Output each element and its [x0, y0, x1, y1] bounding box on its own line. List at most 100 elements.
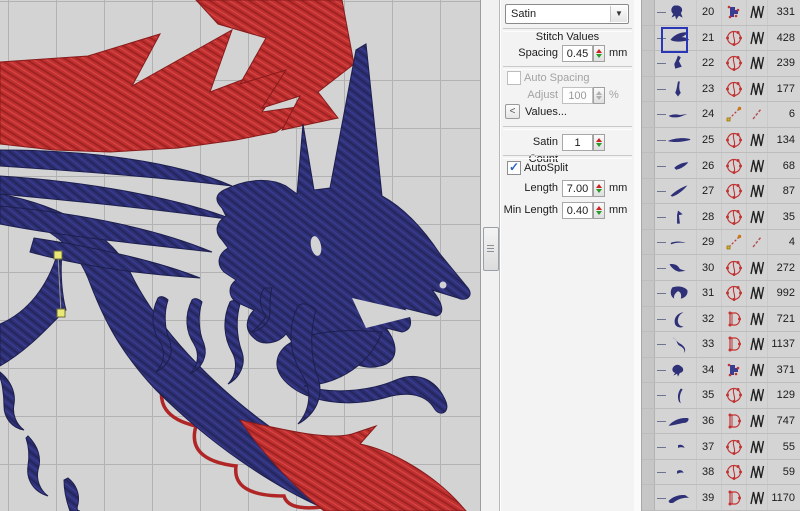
auto-split-checkbox[interactable]	[507, 161, 521, 175]
stitch-count: 1137	[768, 332, 800, 357]
object-row-20[interactable]: 20 331	[642, 0, 800, 26]
embroidery-canvas[interactable]	[0, 0, 480, 511]
chevron-down-icon[interactable]: ▼	[610, 6, 627, 22]
object-row-31[interactable]: 31992	[642, 281, 800, 307]
object-row-33[interactable]: 331137	[642, 332, 800, 358]
zigzag-icon	[747, 462, 767, 482]
selected-wing-object[interactable]	[0, 252, 66, 366]
object-thumbnail[interactable]	[655, 204, 697, 229]
object-thumbnail[interactable]	[655, 128, 697, 153]
object-row-24[interactable]: 246	[642, 102, 800, 128]
values-collapse-button[interactable]: <	[505, 104, 520, 119]
scrollbar-thumb[interactable]	[483, 227, 499, 271]
stitch-count: 68	[768, 153, 800, 178]
panel-list-gutter	[634, 0, 642, 511]
row-margin	[642, 77, 655, 102]
object-thumbnail[interactable]	[655, 0, 697, 25]
min-length-stepper[interactable]	[593, 202, 605, 219]
selection-node[interactable]	[54, 251, 62, 259]
object-row-26[interactable]: 2668	[642, 153, 800, 179]
object-row-27[interactable]: 2787	[642, 179, 800, 205]
object-thumbnail[interactable]	[655, 255, 697, 280]
object-thumbnail[interactable]	[655, 153, 697, 178]
object-number: 20	[697, 0, 722, 25]
object-number: 30	[697, 255, 722, 280]
object-row-29[interactable]: 294	[642, 230, 800, 256]
object-list[interactable]: 2033121428222392317724625134266827872835…	[642, 0, 800, 511]
object-number: 28	[697, 204, 722, 229]
object-row-28[interactable]: 2835	[642, 204, 800, 230]
section-title: Stitch Values	[501, 31, 634, 43]
slash-blob-thumbnail	[663, 179, 693, 203]
object-thumbnail[interactable]	[655, 26, 697, 51]
object-thumbnail[interactable]	[655, 230, 697, 255]
object-thumbnail[interactable]	[655, 409, 697, 434]
auto-spacing-checkbox[interactable]	[507, 71, 521, 85]
object-thumbnail[interactable]	[655, 460, 697, 485]
dragon-nostril	[440, 282, 447, 289]
pattern-fill-icon	[724, 360, 744, 380]
canvas-vertical-scrollbar[interactable]	[480, 0, 500, 511]
min-length-unit: mm	[609, 202, 627, 219]
zigzag-icon	[747, 28, 767, 48]
object-thumbnail[interactable]	[655, 307, 697, 332]
stitch-count: 331	[768, 0, 800, 25]
swoosh-blob-thumbnail	[663, 409, 693, 433]
object-thumbnail[interactable]	[655, 358, 697, 383]
object-thumbnail[interactable]	[655, 332, 697, 357]
length-input[interactable]	[562, 180, 593, 197]
selection-node[interactable]	[57, 309, 65, 317]
object-thumbnail[interactable]	[655, 383, 697, 408]
object-thumbnail[interactable]	[655, 485, 697, 510]
object-thumbnail[interactable]	[655, 77, 697, 102]
object-number: 25	[697, 128, 722, 153]
object-row-22[interactable]: 22239	[642, 51, 800, 77]
object-thumbnail[interactable]	[655, 281, 697, 306]
row-margin	[642, 434, 655, 459]
object-thumbnail[interactable]	[655, 179, 697, 204]
stitch-type-dropdown[interactable]: Satin ▼	[505, 4, 629, 24]
running-stitch-icon	[724, 232, 744, 252]
object-thumbnail[interactable]	[655, 51, 697, 76]
object-number: 36	[697, 409, 722, 434]
object-row-32[interactable]: 32721	[642, 307, 800, 333]
spacing-stepper[interactable]	[593, 45, 605, 62]
swoosh-blob2-thumbnail	[663, 486, 693, 510]
object-number: 38	[697, 460, 722, 485]
object-number: 23	[697, 77, 722, 102]
dragon-design	[0, 0, 480, 511]
min-length-input[interactable]	[562, 202, 593, 219]
object-row-38[interactable]: 3859	[642, 460, 800, 486]
satin-column-icon	[724, 28, 744, 48]
zigzag-icon	[747, 334, 767, 354]
row-margin	[642, 485, 655, 510]
satin-count-input[interactable]	[562, 134, 593, 151]
stitch-count: 177	[768, 77, 800, 102]
adjust-input[interactable]	[562, 87, 593, 104]
object-row-34[interactable]: 34371	[642, 358, 800, 384]
object-row-25[interactable]: 25134	[642, 128, 800, 154]
object-row-37[interactable]: 3755	[642, 434, 800, 460]
object-row-21[interactable]: 21428	[642, 26, 800, 52]
boot-blob-thumbnail	[663, 51, 693, 75]
stitch-count: 721	[768, 307, 800, 332]
object-thumbnail[interactable]	[655, 434, 697, 459]
zigzag-icon	[747, 283, 767, 303]
object-row-30[interactable]: 30272	[642, 255, 800, 281]
row-margin	[642, 409, 655, 434]
spacing-input[interactable]	[562, 45, 593, 62]
object-row-35[interactable]: 35129	[642, 383, 800, 409]
fill-region-icon	[724, 334, 744, 354]
satin-count-stepper[interactable]	[593, 134, 605, 151]
object-row-39[interactable]: 391170	[642, 485, 800, 511]
adjust-stepper[interactable]	[593, 87, 605, 104]
object-row-23[interactable]: 23 177	[642, 77, 800, 103]
length-unit: mm	[609, 180, 627, 197]
object-thumbnail[interactable]	[655, 102, 697, 127]
hookclaw-blob-thumbnail	[663, 256, 693, 280]
stitch-count: 747	[768, 409, 800, 434]
satin-column-icon	[724, 258, 744, 278]
object-row-36[interactable]: 36 747	[642, 409, 800, 435]
length-stepper[interactable]	[593, 180, 605, 197]
crescent-blob-thumbnail	[663, 307, 693, 331]
